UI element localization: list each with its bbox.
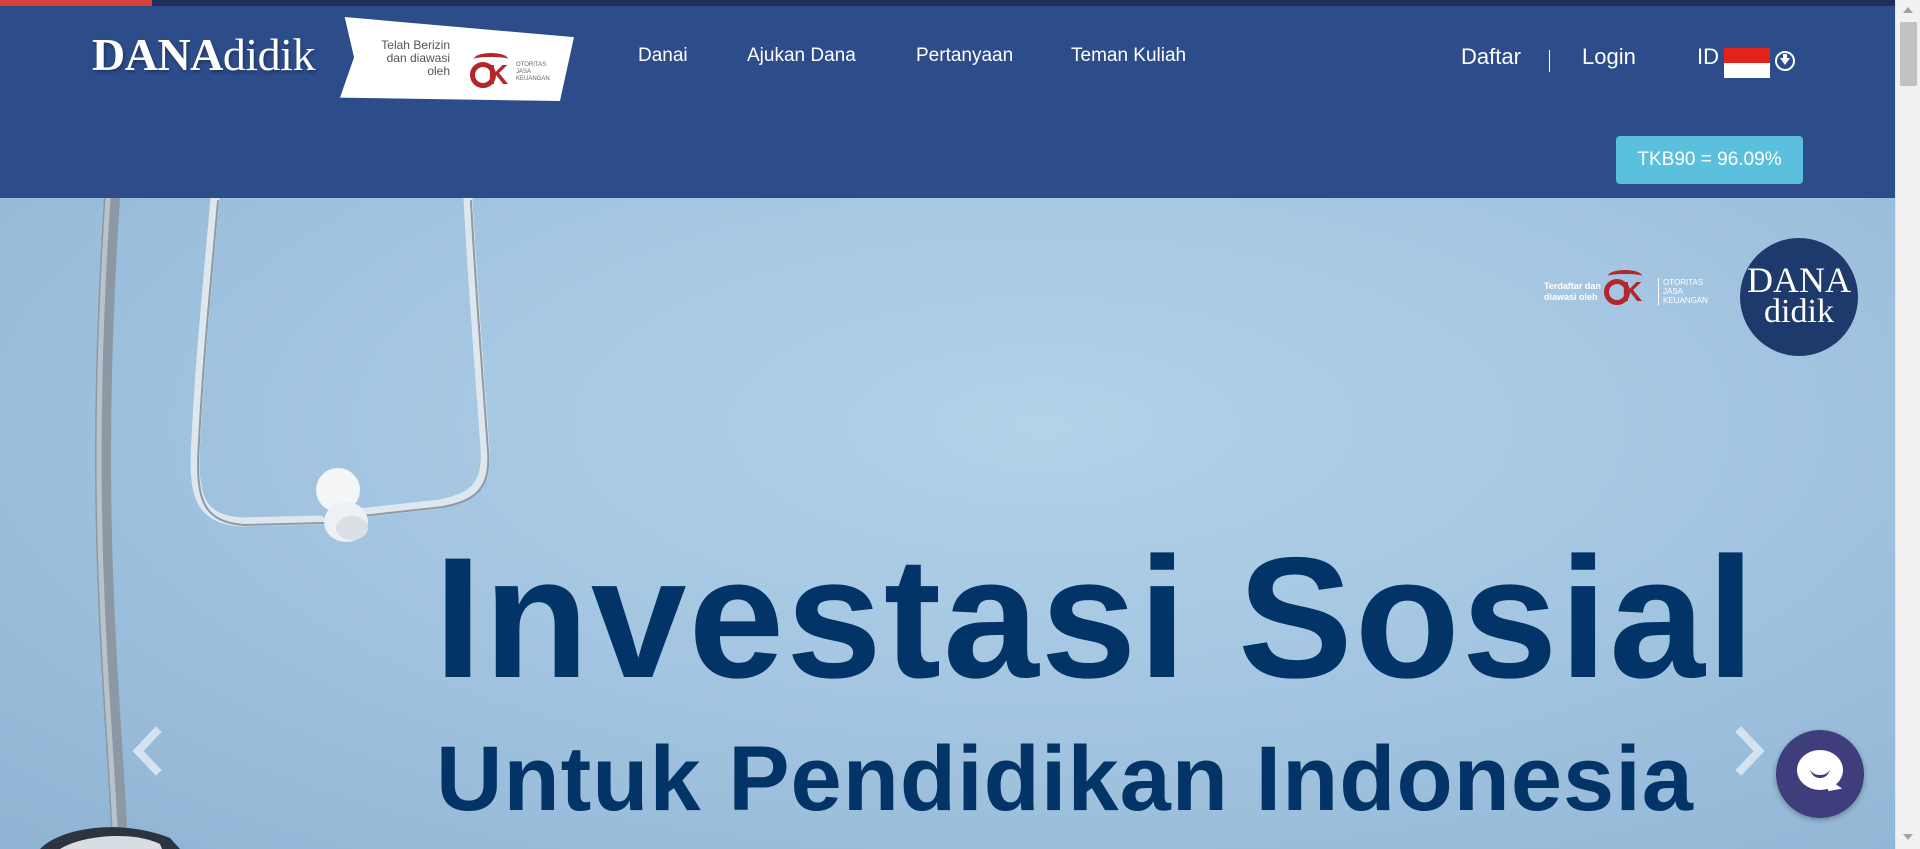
hero-carousel: Investasi Sosial Untuk Pendidikan Indone… [0,198,1895,849]
brand-bold: DANA [92,29,223,80]
brand-logo[interactable]: DANAdidik [92,28,315,81]
chat-widget-button[interactable] [1776,730,1864,818]
hero-title: Investasi Sosial [434,522,1757,714]
ojk-name: OTORITAS JASA KEUANGAN [516,62,550,82]
language-code[interactable]: ID [1697,44,1719,70]
hero-ojk-logo-icon: K [1604,270,1648,308]
scroll-down-icon[interactable] [1903,834,1913,840]
nav-ajukan-dana[interactable]: Ajukan Dana [747,45,856,67]
indonesia-flag-icon[interactable] [1724,48,1770,78]
login-link[interactable]: Login [1582,44,1636,70]
scroll-up-icon[interactable] [1903,7,1913,13]
site-header: DANAdidik Telah Berizin dan diawasi oleh… [0,6,1895,198]
language-dropdown-icon[interactable] [1775,51,1795,71]
scrollbar-thumb[interactable] [1900,22,1917,86]
hero-subtitle: Untuk Pendidikan Indonesia [436,728,1694,830]
ojk-logo-icon: K [470,53,514,91]
auth-divider [1549,50,1550,72]
hero-ojk-registered-text: Terdaftar dan diawasi oleh [1544,281,1601,302]
ojk-registered-text: Telah Berizin dan diawasi oleh [381,38,450,78]
chevron-right-icon[interactable] [1729,726,1769,776]
register-link[interactable]: Daftar [1461,44,1521,70]
ojk-license-badge: Telah Berizin dan diawasi oleh K OTORITA… [340,17,574,101]
nav-danai[interactable]: Danai [638,45,688,67]
hero-danadidik-logo: DANA didik [1740,238,1858,356]
tkb90-button[interactable]: TKB90 = 96.09% [1616,136,1803,184]
brand-light: didik [222,29,316,80]
chevron-left-icon[interactable] [128,726,168,776]
nav-pertanyaan[interactable]: Pertanyaan [916,45,1013,67]
hero-ojk-name: OTORITAS JASA KEUANGAN [1658,278,1708,305]
hero-ojk-badge: Terdaftar dan diawasi oleh K OTORITAS JA… [1540,266,1720,316]
page-scrollbar[interactable] [1895,0,1920,849]
nav-teman-kuliah[interactable]: Teman Kuliah [1071,45,1186,67]
